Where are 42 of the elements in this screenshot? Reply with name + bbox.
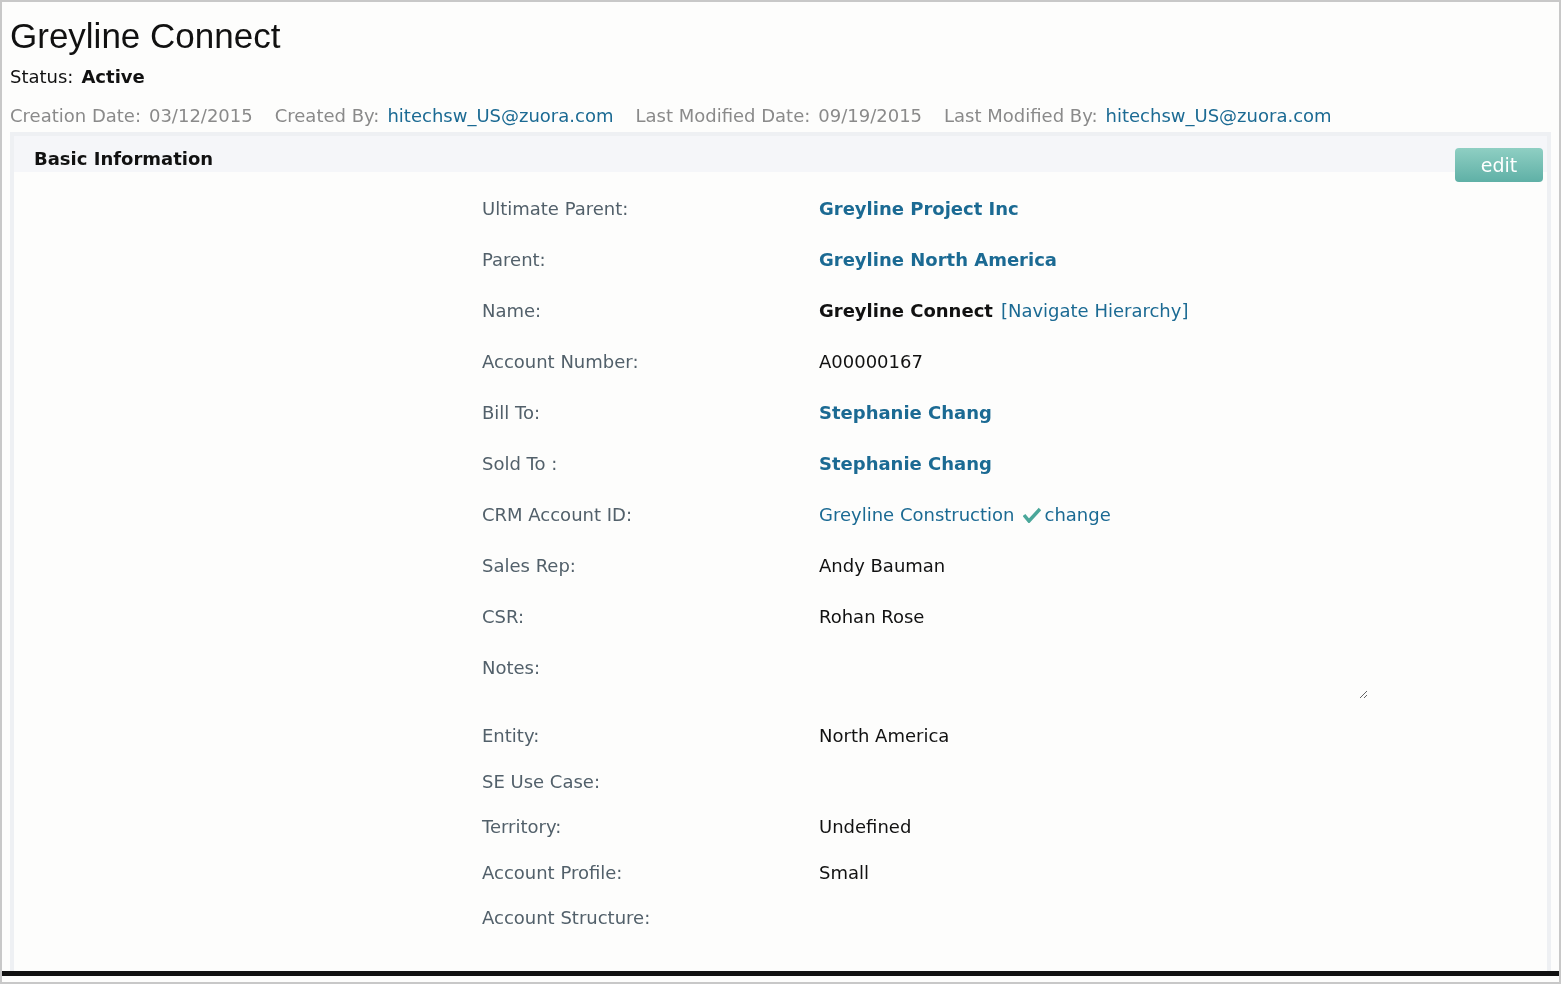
field-link[interactable]: Stephanie Chang	[819, 453, 1547, 474]
field-value: North America	[819, 725, 951, 746]
navigate-hierarchy-link[interactable]: [Navigate Hierarchy]	[1000, 300, 1189, 321]
field-value: Small	[819, 861, 870, 883]
meta-value: 09/19/2015	[818, 105, 923, 126]
meta-label: Last Modified By:	[944, 105, 1098, 126]
field-label: Ultimate Parent:	[482, 198, 630, 219]
status-value: Active	[81, 66, 145, 87]
field-label: Sold To :	[482, 453, 559, 474]
field-label: Entity:	[482, 725, 541, 746]
field-value: Greyline Connect	[819, 300, 993, 321]
change-link[interactable]: change	[1044, 504, 1111, 525]
field-link[interactable]: Stephanie Chang	[819, 402, 1547, 423]
crm-account-link[interactable]: Greyline Construction	[819, 504, 1015, 525]
field-label: CSR:	[482, 606, 525, 627]
meta-value: 03/12/2015	[148, 105, 253, 126]
field-label: Sales Rep:	[482, 555, 577, 576]
meta-label: Creation Date:	[10, 105, 141, 126]
email-link[interactable]: hitechsw_US@zuora.com	[387, 105, 614, 126]
meta-label: Last Modified Date:	[635, 105, 811, 126]
field-label: Account Number:	[482, 351, 640, 372]
field-value: Rohan Rose	[819, 606, 926, 627]
meta-label: Created By:	[274, 105, 380, 126]
field-label: Name:	[482, 300, 543, 321]
field-label: Notes:	[482, 657, 542, 678]
field-value: A00000167	[819, 351, 924, 372]
field-label: SE Use Case:	[482, 770, 601, 792]
field-label: Account Structure:	[482, 907, 652, 928]
field-label: Bill To:	[482, 402, 542, 423]
status-label: Status:	[10, 66, 74, 87]
field-label: Territory:	[482, 816, 563, 837]
field-link[interactable]: Greyline Project Inc	[819, 198, 1547, 219]
email-link[interactable]: hitechsw_US@zuora.com	[1105, 105, 1332, 126]
field-value: Andy Bauman	[819, 555, 947, 576]
section-title: Basic Information	[34, 148, 214, 169]
page-title: Greyline Connect	[10, 16, 282, 56]
field-label: Parent:	[482, 249, 547, 270]
field-label: Account Profile:	[482, 861, 624, 883]
check-icon	[1022, 506, 1041, 523]
field-value: Undefined	[819, 816, 913, 837]
field-label: CRM Account ID:	[482, 504, 633, 525]
field-link[interactable]: Greyline North America	[819, 249, 1547, 270]
